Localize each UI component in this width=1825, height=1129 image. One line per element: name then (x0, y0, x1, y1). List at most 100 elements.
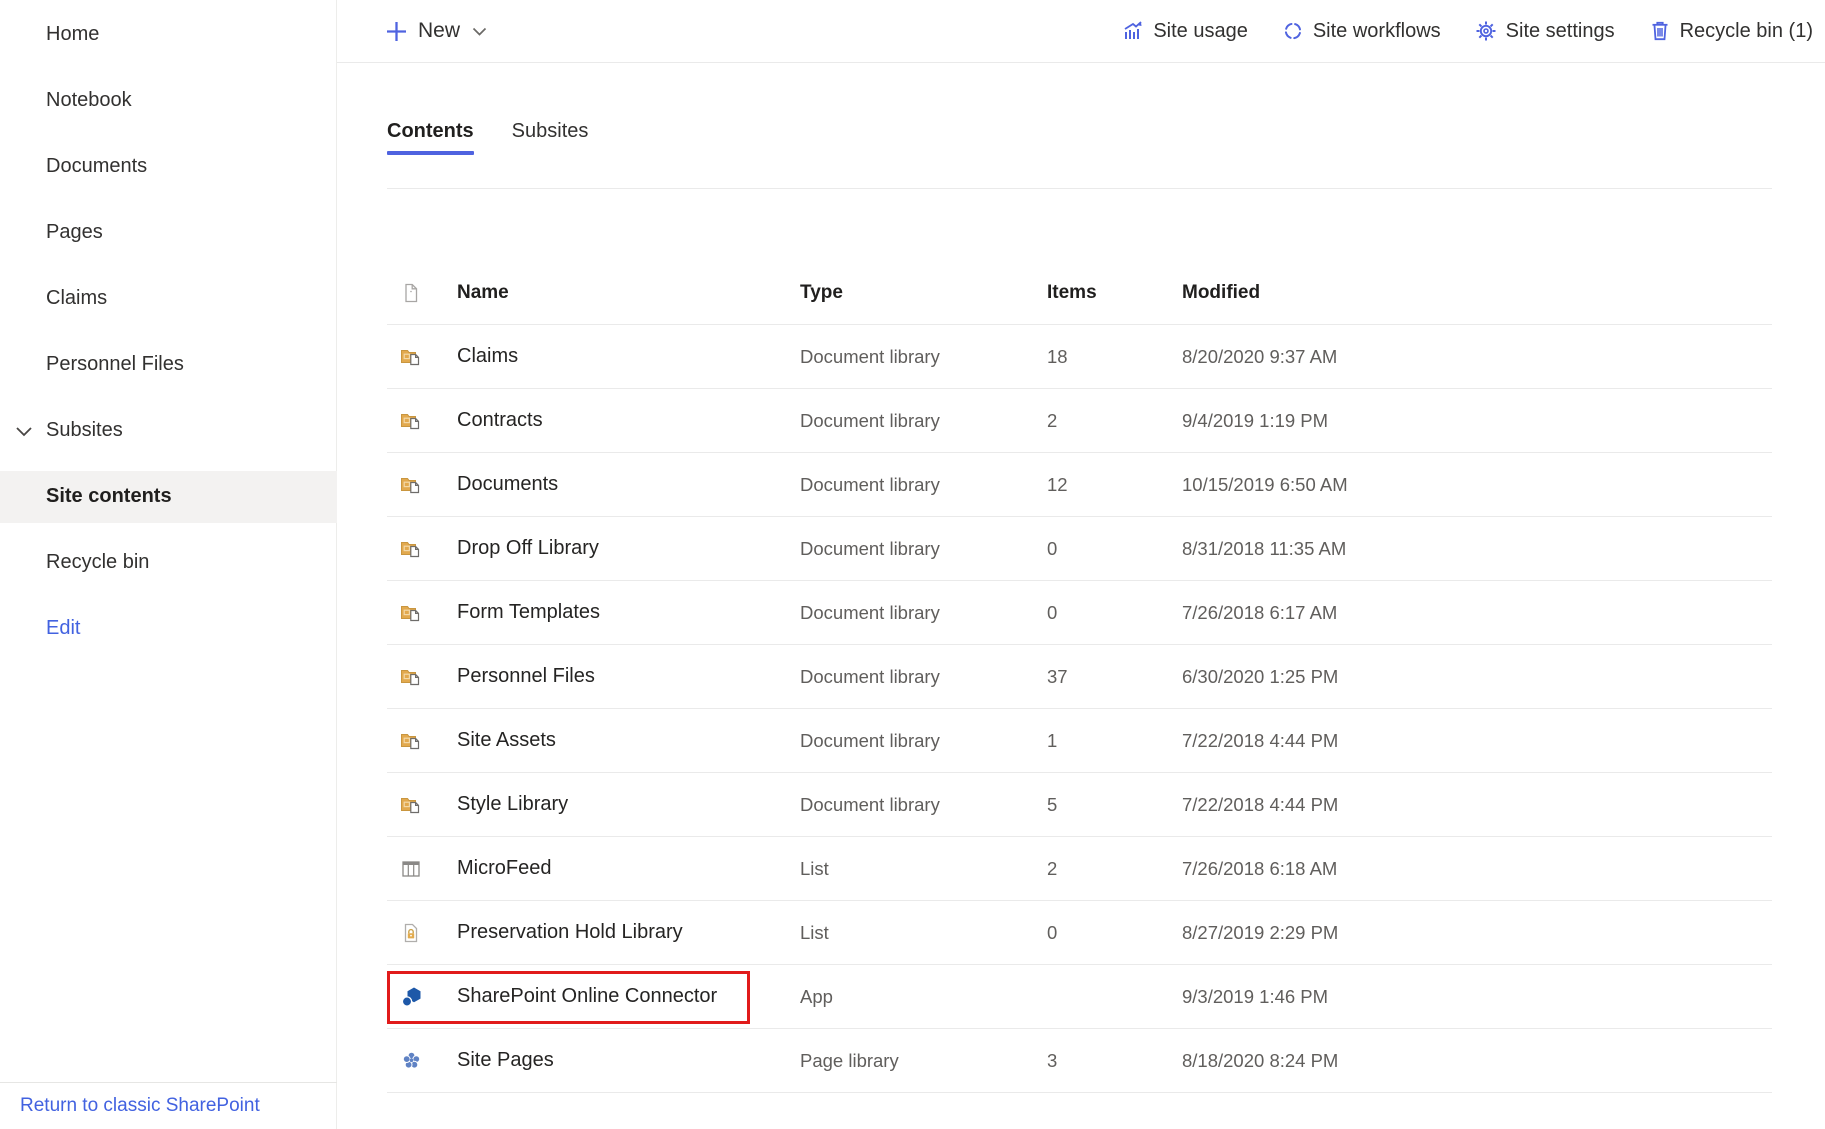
row-type: Document library (800, 538, 1047, 560)
row-items: 0 (1047, 538, 1182, 560)
sidebar-item-pages[interactable]: Pages (0, 206, 337, 258)
sidebar-item-edit[interactable]: Edit (0, 603, 337, 655)
row-modified: 7/22/2018 4:44 PM (1182, 730, 1772, 752)
row-type: Document library (800, 794, 1047, 816)
doclib-icon (400, 729, 423, 752)
row-items: 3 (1047, 1050, 1182, 1072)
sidebar-item-claims[interactable]: Claims (0, 272, 337, 324)
doclib-icon (400, 409, 423, 432)
row-modified: 6/30/2020 1:25 PM (1182, 666, 1772, 688)
row-type: List (800, 858, 1047, 880)
row-name-link[interactable]: Personnel Files (457, 665, 800, 688)
site-settings-button[interactable]: Site settings (1475, 20, 1615, 43)
toolbar-action-label: Site workflows (1313, 20, 1441, 43)
row-name-link[interactable]: Form Templates (457, 601, 800, 624)
recycle-bin-1-button[interactable]: Recycle bin (1) (1649, 20, 1813, 43)
gear-icon (1475, 20, 1497, 42)
row-modified: 10/15/2019 6:50 AM (1182, 474, 1772, 496)
command-bar: New Site usage Site workflows Site setti… (337, 0, 1825, 63)
tab-subsites[interactable]: Subsites (512, 120, 589, 165)
row-items: 1 (1047, 730, 1182, 752)
column-header-modified[interactable]: Modified (1182, 282, 1772, 304)
row-modified: 8/27/2019 2:29 PM (1182, 922, 1772, 944)
column-header-items[interactable]: Items (1047, 282, 1182, 304)
row-modified: 8/18/2020 8:24 PM (1182, 1050, 1772, 1072)
row-type: Document library (800, 730, 1047, 752)
sidebar-item-label: Site contents (46, 485, 172, 508)
row-name-link[interactable]: Preservation Hold Library (457, 921, 800, 944)
row-name-link[interactable]: Site Assets (457, 729, 800, 752)
row-name-link[interactable]: MicroFeed (457, 857, 800, 880)
chevron-down-icon[interactable] (12, 419, 36, 443)
table-row-site-pages[interactable]: Site Pages Page library 3 8/18/2020 8:24… (387, 1029, 1772, 1093)
contents-table: Name Type Items Modified Claims Document… (387, 262, 1772, 1093)
column-header-name[interactable]: Name (457, 282, 800, 304)
row-items: 0 (1047, 922, 1182, 944)
sidebar-item-label: Personnel Files (46, 353, 184, 376)
pages-icon (400, 1049, 423, 1072)
row-items: 37 (1047, 666, 1182, 688)
table-row-sharepoint-online-connector[interactable]: SharePoint Online Connector App 9/3/2019… (387, 965, 1772, 1029)
sidebar-item-label: Edit (46, 617, 80, 640)
sidebar-item-subsites[interactable]: Subsites (0, 405, 337, 457)
tabs-divider (387, 188, 1772, 189)
table-row-style-library[interactable]: Style Library Document library 5 7/22/20… (387, 773, 1772, 837)
sidebar-item-site-contents[interactable]: Site contents (0, 471, 337, 523)
sidebar-item-notebook[interactable]: Notebook (0, 74, 337, 126)
row-type: Document library (800, 346, 1047, 368)
row-name-link[interactable]: Drop Off Library (457, 537, 800, 560)
table-row-microfeed[interactable]: MicroFeed List 2 7/26/2018 6:18 AM (387, 837, 1772, 901)
row-items: 2 (1047, 858, 1182, 880)
row-type: Document library (800, 666, 1047, 688)
site-usage-button[interactable]: Site usage (1122, 20, 1248, 43)
row-name-link[interactable]: Documents (457, 473, 800, 496)
row-modified: 8/31/2018 11:35 AM (1182, 538, 1772, 560)
row-type: List (800, 922, 1047, 944)
site-workflows-button[interactable]: Site workflows (1282, 20, 1441, 43)
row-modified: 7/22/2018 4:44 PM (1182, 794, 1772, 816)
sidebar-item-label: Pages (46, 221, 103, 244)
row-items: 5 (1047, 794, 1182, 816)
document-icon (400, 282, 422, 304)
document-icon (387, 282, 457, 304)
row-type: Page library (800, 1050, 1047, 1072)
table-row-claims[interactable]: Claims Document library 18 8/20/2020 9:3… (387, 325, 1772, 389)
table-row-preservation-hold-library[interactable]: Preservation Hold Library List 0 8/27/20… (387, 901, 1772, 965)
site-contents-page: Home Notebook Documents Pages Claims Per… (0, 0, 1825, 1129)
row-name-link[interactable]: Claims (457, 345, 800, 368)
doclib-icon (400, 665, 423, 688)
sync-icon (1282, 20, 1304, 42)
tab-label: Contents (387, 120, 474, 142)
table-row-site-assets[interactable]: Site Assets Document library 1 7/22/2018… (387, 709, 1772, 773)
table-row-documents[interactable]: Documents Document library 12 10/15/2019… (387, 453, 1772, 517)
return-to-classic-link[interactable]: Return to classic SharePoint (20, 1095, 260, 1117)
row-name-link[interactable]: SharePoint Online Connector (457, 985, 800, 1008)
sidebar-item-recycle-bin[interactable]: Recycle bin (0, 537, 337, 589)
row-type: Document library (800, 410, 1047, 432)
table-row-personnel-files[interactable]: Personnel Files Document library 37 6/30… (387, 645, 1772, 709)
row-modified: 9/3/2019 1:46 PM (1182, 986, 1772, 1008)
sidebar-item-documents[interactable]: Documents (0, 140, 337, 192)
sidebar-item-home[interactable]: Home (0, 8, 337, 60)
app-icon (400, 985, 424, 1009)
row-name-link[interactable]: Site Pages (457, 1049, 800, 1072)
table-row-drop-off-library[interactable]: Drop Off Library Document library 0 8/31… (387, 517, 1772, 581)
table-header: Name Type Items Modified (387, 262, 1772, 325)
tab-label: Subsites (512, 120, 589, 142)
table-row-contracts[interactable]: Contracts Document library 2 9/4/2019 1:… (387, 389, 1772, 453)
row-type: Document library (800, 602, 1047, 624)
row-items: 18 (1047, 346, 1182, 368)
row-name-link[interactable]: Contracts (457, 409, 800, 432)
sidebar-item-personnel-files[interactable]: Personnel Files (0, 339, 337, 391)
table-row-form-templates[interactable]: Form Templates Document library 0 7/26/2… (387, 581, 1772, 645)
sidebar: Home Notebook Documents Pages Claims Per… (0, 0, 337, 1129)
toolbar-actions: Site usage Site workflows Site settings … (1122, 20, 1825, 43)
chevron-down-icon (470, 22, 489, 41)
row-name-link[interactable]: Style Library (457, 793, 800, 816)
tab-contents[interactable]: Contents (387, 120, 474, 165)
column-header-type[interactable]: Type (800, 282, 1047, 304)
sidebar-item-label: Notebook (46, 89, 132, 112)
new-button[interactable]: New (385, 19, 489, 43)
row-modified: 9/4/2019 1:19 PM (1182, 410, 1772, 432)
doclib-icon (400, 601, 423, 624)
